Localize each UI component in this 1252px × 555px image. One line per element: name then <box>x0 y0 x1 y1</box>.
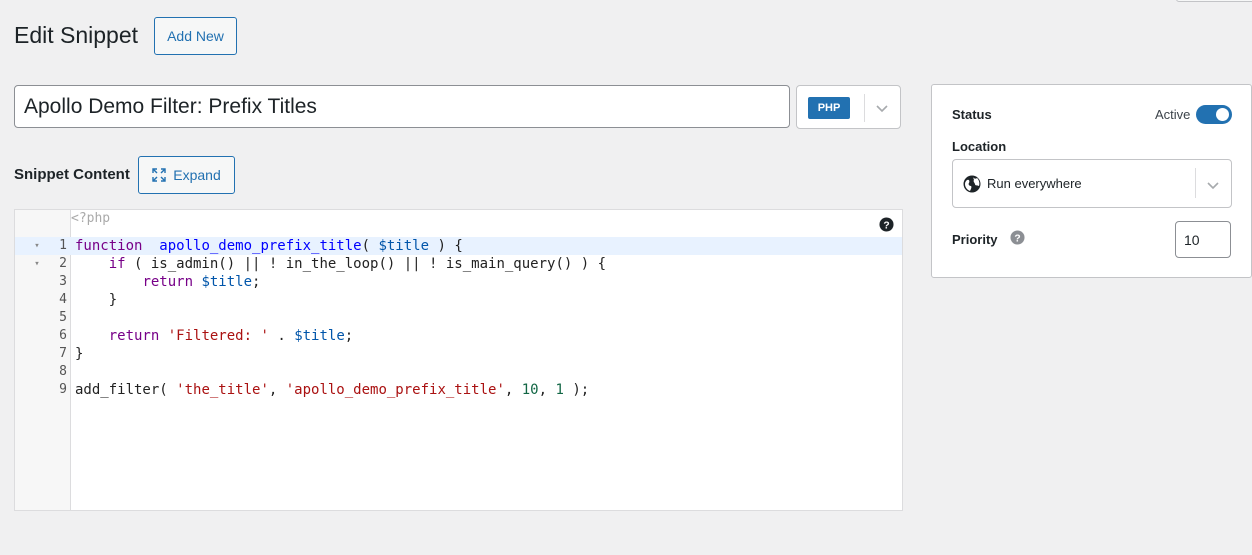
line-number: 5 <box>59 310 67 325</box>
fold-arrow-icon[interactable]: ▾ <box>32 237 42 255</box>
snippet-title-input[interactable] <box>14 85 790 128</box>
code-text: if ( is_admin() || ! in_the_loop() || ! … <box>108 256 607 272</box>
location-label: Location <box>952 139 1007 154</box>
code-line[interactable]: 9 add_filter( 'the_title', 'apollo_demo_p… <box>15 381 902 399</box>
status-toggle[interactable] <box>1196 105 1232 124</box>
snippet-settings-panel: Status Active Location Run everywhere Pr… <box>931 84 1252 278</box>
expand-icon <box>152 168 166 182</box>
code-line[interactable]: 7} <box>15 345 902 363</box>
php-badge: PHP <box>808 97 850 119</box>
location-value: Run everywhere <box>987 176 1082 191</box>
location-select[interactable]: Run everywhere <box>952 159 1232 208</box>
chevron-down-icon <box>876 105 888 113</box>
fold-arrow-icon[interactable]: ▾ <box>32 255 42 273</box>
line-number: 8 <box>59 364 67 379</box>
select-divider <box>864 94 865 122</box>
code-text: } <box>75 292 118 308</box>
status-value: Active <box>1155 107 1191 122</box>
line-number: 2 <box>59 256 67 271</box>
snippet-content-label: Snippet Content <box>14 166 130 183</box>
expand-button[interactable]: Expand <box>138 156 235 194</box>
line-number: 1 <box>59 238 67 253</box>
php-open-tag: <?php <box>71 211 111 226</box>
code-text: function apollo_demo_prefix_title( $titl… <box>75 238 463 254</box>
line-number: 7 <box>59 346 67 361</box>
globe-icon <box>963 175 981 193</box>
code-line[interactable]: 3 return $title; <box>15 273 902 291</box>
code-text: add_filter( 'the_title', 'apollo_demo_pr… <box>75 382 590 398</box>
code-text: return $title; <box>142 274 261 290</box>
status-label: Status <box>952 107 992 122</box>
line-number: 9 <box>59 382 67 397</box>
line-number: 3 <box>59 274 67 289</box>
select-divider <box>1195 168 1196 198</box>
line-number: 6 <box>59 328 67 343</box>
priority-input[interactable] <box>1175 221 1231 258</box>
code-text: } <box>75 346 84 362</box>
code-line[interactable]: ▾ 1 function apollo_demo_prefix_title( $ti… <box>15 237 902 255</box>
svg-text:?: ? <box>1014 233 1020 244</box>
code-line[interactable]: 4 } <box>15 291 902 309</box>
code-line[interactable]: ▾ 2 if ( is_admin() || ! in_the_loop() ||… <box>15 255 902 273</box>
snippet-type-select[interactable]: PHP <box>796 85 901 129</box>
code-line[interactable]: 5 <box>15 309 902 327</box>
code-line[interactable]: 8 <box>15 363 902 381</box>
chevron-down-icon <box>1207 182 1219 190</box>
line-number: 4 <box>59 292 67 307</box>
priority-label: Priority <box>952 232 998 247</box>
svg-text:?: ? <box>883 220 889 231</box>
toggle-knob <box>1216 108 1229 121</box>
help-icon[interactable]: ? <box>1010 230 1025 245</box>
top-right-button-edge[interactable] <box>1176 0 1252 2</box>
code-line[interactable]: 6 return 'Filtered: ' . $title; <box>15 327 902 345</box>
code-editor[interactable]: <?php ? ▾ 1 function apollo_demo_prefix_ti… <box>14 209 903 511</box>
help-icon[interactable]: ? <box>879 217 894 232</box>
code-text: return 'Filtered: ' . $title; <box>108 328 354 344</box>
add-new-button[interactable]: Add New <box>154 17 237 55</box>
expand-button-label: Expand <box>173 167 221 183</box>
page-title: Edit Snippet <box>14 22 139 48</box>
